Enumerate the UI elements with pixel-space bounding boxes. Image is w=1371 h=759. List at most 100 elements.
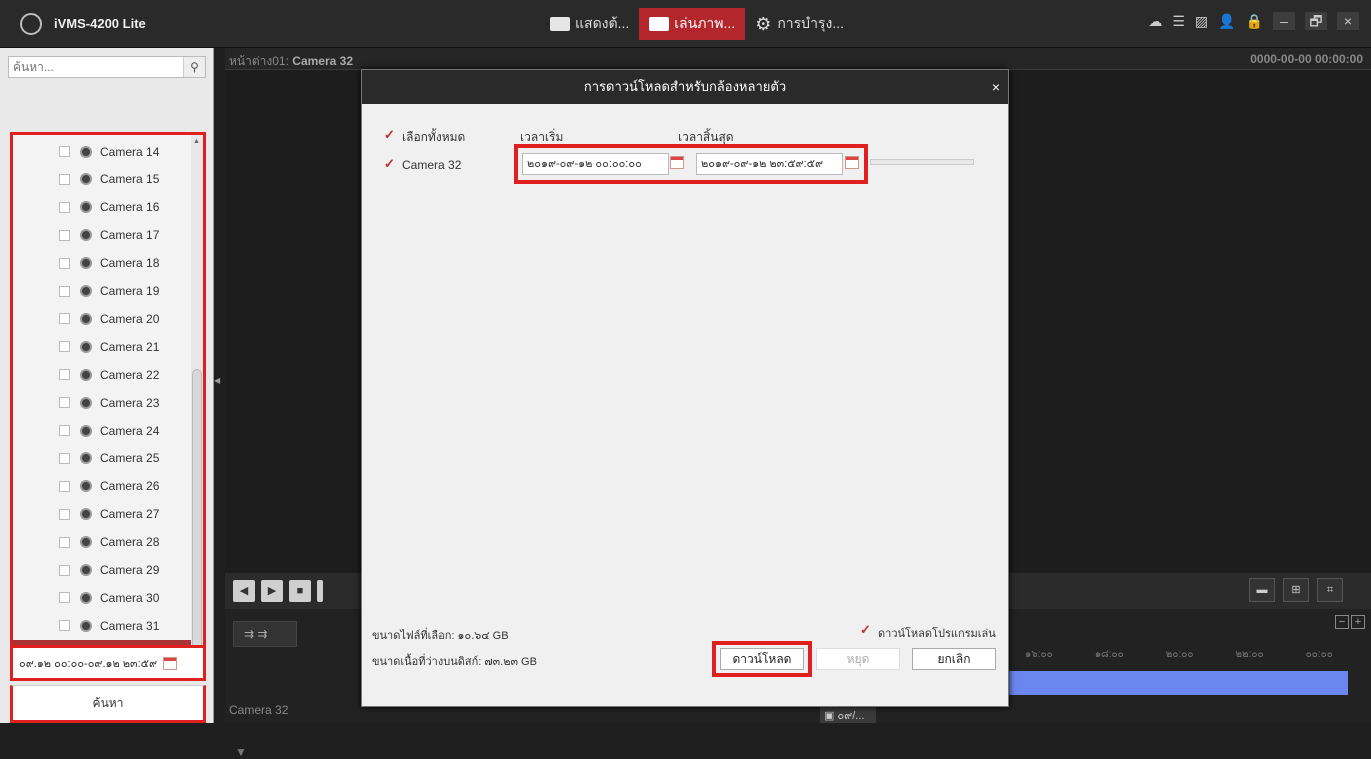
camera-list-item[interactable]: Camera 29 <box>13 557 191 584</box>
start-time-field[interactable]: ๒๐๑๙-๐๙-๑๒ ๐๐:๐๐:๐๐ <box>522 153 669 175</box>
tab-live-view[interactable]: แสดงต้... <box>540 8 639 40</box>
tab-playback[interactable]: เล่นภาพ... <box>639 8 746 40</box>
camera-icon <box>80 480 92 493</box>
camera-list-item[interactable]: Camera 30 <box>13 584 191 611</box>
camera-list-item[interactable]: Camera 15 <box>13 166 191 193</box>
search-icon[interactable]: ⚲ <box>183 57 205 77</box>
stop-icon[interactable]: ■ <box>289 580 311 602</box>
close-button[interactable]: × <box>1337 12 1359 30</box>
camera-list-item[interactable]: Camera 14 <box>13 138 191 165</box>
user-icon[interactable]: 👤 <box>1218 13 1235 30</box>
camera-checkbox[interactable] <box>59 536 70 548</box>
start-calendar-icon[interactable] <box>670 156 684 169</box>
camera-checkbox[interactable] <box>59 369 70 381</box>
camera-checkbox[interactable] <box>59 313 70 325</box>
camera-checkbox[interactable]: ✓ <box>384 157 396 170</box>
download-player-checkbox[interactable]: ✓ <box>860 623 872 636</box>
camera-list-item[interactable]: Camera 22 <box>13 361 191 388</box>
minimize-button[interactable]: – <box>1273 12 1295 30</box>
layout-icon[interactable]: ⊞ <box>1283 578 1309 602</box>
camera-checkbox[interactable] <box>59 397 70 409</box>
camera-list-item[interactable]: Camera 16 <box>13 194 191 221</box>
search-time-range[interactable]: ๐๙.๑๒ ๐๐:๐๐-๐๙.๑๒ ๒๓:๕๙ <box>10 645 206 681</box>
collapse-arrow-icon[interactable]: ◀ <box>214 376 222 396</box>
camera-checkbox[interactable] <box>59 229 70 241</box>
camera-list-item[interactable]: Camera 28 <box>13 529 191 556</box>
scroll-up-icon[interactable]: ▲ <box>193 138 200 145</box>
end-calendar-icon[interactable] <box>845 156 859 169</box>
camera-checkbox[interactable] <box>59 452 70 464</box>
download-button[interactable]: ดาวน์โหลด <box>720 648 804 670</box>
camera-list-item[interactable]: Camera 21 <box>13 333 191 360</box>
window-header: หน้าต่าง01: Camera 32 0000-00-00 00:00:0… <box>225 48 1371 70</box>
camera-list-items: Camera 14 Camera 15 Camera 16 Camera 17 Came… <box>13 135 191 675</box>
lock-icon[interactable]: 🔒 <box>1246 13 1263 30</box>
zoom-in-icon[interactable]: + <box>1351 615 1365 629</box>
cancel-button[interactable]: ยกเลิก <box>912 648 996 670</box>
timeline-zoom: − + <box>1335 615 1365 629</box>
select-all-label: เลือกทั้งหมด <box>402 130 466 144</box>
camera-icon <box>80 564 92 576</box>
download-task-icon: ▣ <box>824 710 838 722</box>
camera-checkbox[interactable] <box>59 201 70 213</box>
camera-list-item[interactable]: Camera 26 <box>13 473 191 500</box>
download-task-item[interactable]: ▣ ๐๙/... <box>820 706 876 723</box>
camera-list-scrollbar[interactable]: ▲ ▼ <box>191 135 203 675</box>
camera-checkbox[interactable] <box>59 592 70 604</box>
camera-checkbox[interactable] <box>59 341 70 353</box>
reverse-play-button[interactable]: ◀ <box>233 580 255 602</box>
camera-search-input[interactable] <box>9 57 179 77</box>
search-button[interactable]: ค้นหา <box>10 685 206 723</box>
camera-list-item[interactable]: Camera 18 <box>13 250 191 277</box>
fullscreen-icon[interactable]: ⌗ <box>1317 578 1343 602</box>
dialog-close-icon[interactable]: × <box>992 70 1000 104</box>
camera-checkbox[interactable] <box>59 257 70 269</box>
zoom-out-icon[interactable]: − <box>1335 615 1349 629</box>
search-time-range-value: ๐๙.๑๒ ๐๐:๐๐-๐๙.๑๒ ๒๓:๕๙ <box>19 658 158 670</box>
download-task-label: ๐๙/... <box>837 710 865 722</box>
filter-icon[interactable]: ▼ <box>235 745 247 759</box>
tab-maintenance[interactable]: ⚙ การบำรุง... <box>745 8 854 40</box>
stop-button[interactable]: หยุด <box>816 648 900 670</box>
end-time-field[interactable]: ๒๐๑๙-๐๙-๑๒ ๒๓:๕๙:๕๙ <box>696 153 843 175</box>
camera-checkbox[interactable] <box>59 425 70 436</box>
download-camera-icon[interactable]: ▬ <box>1249 578 1275 602</box>
camera-checkbox[interactable] <box>59 285 70 297</box>
camera-checkbox[interactable] <box>59 564 70 576</box>
app-logo-icon <box>20 13 42 35</box>
camera-checkbox[interactable] <box>59 508 70 520</box>
recording-bar[interactable] <box>1005 671 1348 695</box>
dialog-camera-name: Camera 32 <box>402 158 462 172</box>
timeline-tools[interactable]: ⇉ ⇉ <box>233 621 297 647</box>
camera-checkbox[interactable] <box>59 620 70 632</box>
restore-button[interactable]: 🗗 <box>1305 12 1327 30</box>
camera-checkbox[interactable] <box>59 480 70 492</box>
slow-button[interactable] <box>317 580 323 602</box>
camera-list-item[interactable]: Camera 17 <box>13 222 191 249</box>
cloud-icon[interactable]: ☁ <box>1148 13 1162 30</box>
download-time-range: ๒๐๑๙-๐๙-๑๒ ๐๐:๐๐:๐๐ ๒๐๑๙-๐๙-๑๒ ๒๓:๕๙:๕๙ <box>514 144 868 184</box>
multi-camera-download-dialog: การดาวน์โหลดสำหรับกล้องหลายตัว × ✓ เลือก… <box>361 69 1009 707</box>
monitor-icon[interactable]: ▨ <box>1195 13 1208 30</box>
camera-checkbox[interactable] <box>59 146 70 157</box>
camera-checkbox[interactable] <box>59 173 70 185</box>
camera-list-item[interactable]: Camera 23 <box>13 389 191 416</box>
camera-icon <box>80 508 92 521</box>
camera-list-item[interactable]: Camera 25 <box>13 445 191 472</box>
scrollbar-thumb[interactable] <box>192 369 202 667</box>
camera-list-item[interactable]: Camera 24 <box>13 417 191 444</box>
camera-list-item[interactable]: Camera 20 <box>13 305 191 332</box>
camera-icon <box>80 340 92 353</box>
select-all-checkbox[interactable]: ✓ <box>384 128 396 141</box>
camera-icon <box>550 17 570 31</box>
calendar-icon[interactable] <box>163 656 178 670</box>
menu-icon[interactable]: ☰ <box>1172 13 1185 30</box>
play-button[interactable]: ▶ <box>261 580 283 602</box>
camera-list-item[interactable]: Camera 27 <box>13 501 191 528</box>
camera-list-item[interactable]: Camera 19 <box>13 278 191 305</box>
camera-sidebar: ⚲ Camera 14Camera 15Camera 16Camera 17Ca… <box>0 48 214 723</box>
camera-icon <box>80 285 92 297</box>
free-disk-space: ขนาดเนื้อที่ว่างบนดิสก์: ๗๓.๒๓ GB <box>372 656 537 668</box>
camera-list-item[interactable]: Camera 31 <box>13 612 191 639</box>
tab-live-view-label: แสดงต้... <box>575 15 630 31</box>
